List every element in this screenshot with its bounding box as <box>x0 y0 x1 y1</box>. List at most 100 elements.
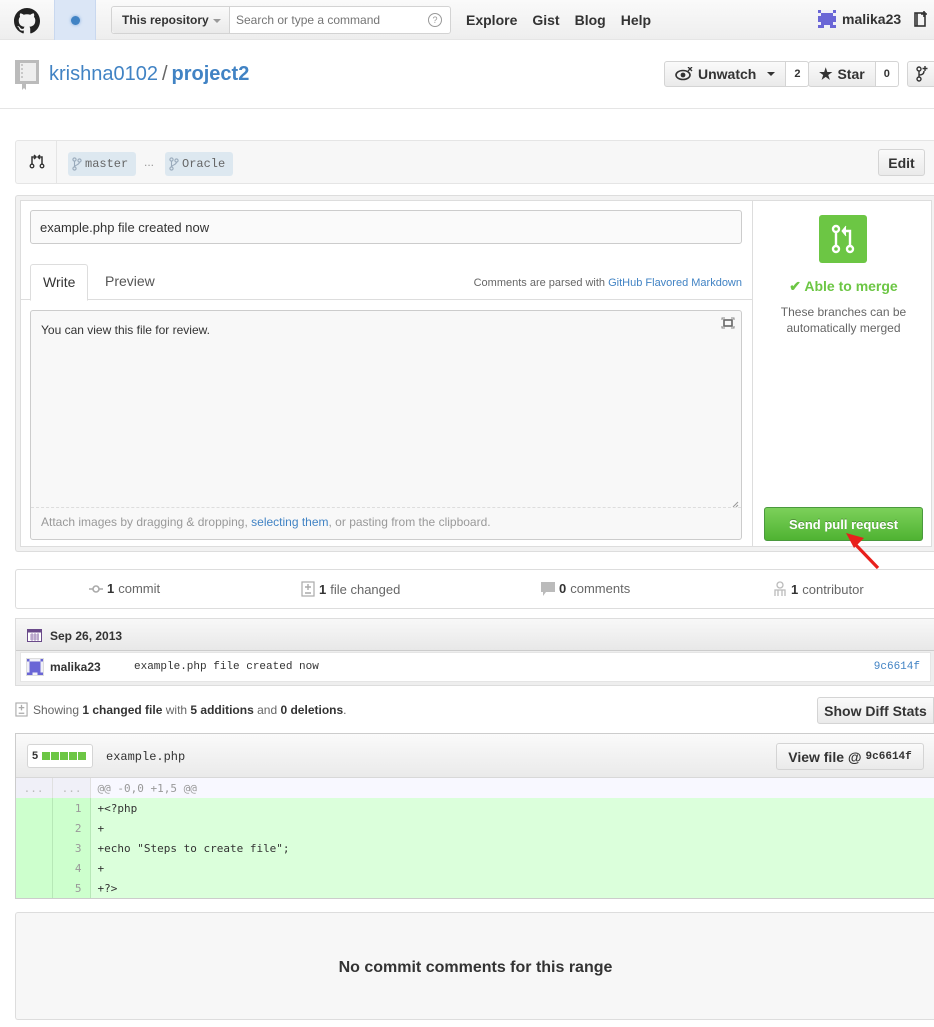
send-pull-request-button[interactable]: Send pull request <box>764 507 923 541</box>
diffstat-block <box>78 752 87 760</box>
pr-title-input[interactable] <box>30 210 742 244</box>
star-label: Star <box>837 66 865 82</box>
show-diff-stats-button[interactable]: Show Diff Stats <box>817 697 934 724</box>
head-branch-name: Oracle <box>182 157 226 171</box>
eye-icon <box>675 67 693 81</box>
view-file-label: View file @ <box>788 748 862 765</box>
head-branch-selector[interactable]: Oracle <box>165 152 234 176</box>
pull-request-icon <box>831 224 855 254</box>
unwatch-button[interactable]: Unwatch <box>664 61 787 87</box>
old-line-number <box>16 798 53 818</box>
summary-mid2: and <box>253 702 281 717</box>
merge-status-text: ✔ Able to merge <box>789 278 898 294</box>
range-dots: ... <box>144 155 155 169</box>
new-line-number[interactable]: 4 <box>52 858 91 878</box>
pr-body-textarea[interactable]: You can view this file for review. Attac… <box>30 310 742 540</box>
commit-row: malika23 example.php file created now 9c… <box>20 652 931 682</box>
new-line-number[interactable]: 2 <box>52 818 91 838</box>
tab-preview[interactable]: Preview <box>93 264 167 300</box>
diff-line: 1 +<?php <box>16 798 934 818</box>
stat-comments[interactable]: 0 comments <box>541 581 630 596</box>
calendar-icon <box>27 629 42 642</box>
commit-author-avatar[interactable] <box>26 658 44 676</box>
markdown-help-link[interactable]: GitHub Flavored Markdown <box>608 277 742 289</box>
commit-icon <box>89 584 103 593</box>
diff-line: 5 +?> <box>16 878 934 898</box>
merge-description: These branches can be automatically merg… <box>780 305 907 335</box>
commit-count: 1 <box>107 581 115 596</box>
summary-additions: 5 additions <box>190 702 254 717</box>
diff-line: 4 + <box>16 858 934 878</box>
attach-prefix: Attach images by dragging & dropping, <box>41 515 252 529</box>
comments-count: 0 <box>559 581 567 596</box>
view-file-button[interactable]: View file @9c6614f <box>776 743 924 770</box>
repo-title: krishna0102/project2 <box>49 63 249 86</box>
summary-mid1: with <box>162 702 191 717</box>
old-line-number <box>16 858 53 878</box>
edit-range-button[interactable]: Edit <box>878 149 925 176</box>
watch-group: Unwatch 2 <box>664 61 810 87</box>
commit-author[interactable]: malika23 <box>50 660 101 674</box>
search-scope-dropdown[interactable]: This repository <box>112 7 230 33</box>
nav-gist[interactable]: Gist <box>532 12 559 28</box>
repo-owner-link[interactable]: krishna0102 <box>49 63 158 85</box>
stat-contributors[interactable]: 1 contributor <box>773 581 864 597</box>
stargazers-count[interactable]: 0 <box>875 61 899 87</box>
notification-dot-icon <box>71 16 80 25</box>
fullscreen-icon[interactable] <box>721 317 735 329</box>
diffstat-block <box>60 752 69 760</box>
new-line-number[interactable]: 3 <box>52 838 91 858</box>
nav-help[interactable]: Help <box>621 12 651 28</box>
create-new-repo-icon[interactable] <box>914 11 928 29</box>
username: malika23 <box>842 11 902 27</box>
diffstat-block <box>42 752 51 760</box>
attach-suffix: , or pasting from the clipboard. <box>328 515 491 529</box>
old-line-number <box>16 818 53 838</box>
user-avatar <box>818 10 836 28</box>
search-input[interactable] <box>230 7 428 33</box>
base-branch-selector[interactable]: master <box>68 152 137 176</box>
compare-range-bar: master ... Oracle Edit <box>15 140 934 184</box>
search-help-icon[interactable]: ? <box>428 13 442 27</box>
search-box: This repository ? <box>111 6 451 34</box>
repo-name-link[interactable]: project2 <box>172 63 250 85</box>
pull-request-form-inner: Write Preview Comments are parsed with G… <box>20 200 932 547</box>
star-button[interactable]: ★ Star <box>808 61 876 87</box>
new-line-number[interactable]: 5 <box>52 878 91 898</box>
commit-message[interactable]: example.php file created now <box>134 661 319 673</box>
tab-write[interactable]: Write <box>30 264 89 301</box>
watchers-count[interactable]: 2 <box>786 61 810 87</box>
github-logo-icon[interactable] <box>14 8 40 34</box>
attach-images-hint: Attach images by dragging & dropping, se… <box>31 507 741 539</box>
stat-files-changed[interactable]: 1 file changed <box>301 581 400 597</box>
markdown-note-text: Comments are parsed with <box>473 277 609 289</box>
fork-button[interactable] <box>907 61 934 87</box>
repo-separator: / <box>161 63 168 85</box>
repo-icon <box>15 60 39 90</box>
commit-date: Sep 26, 2013 <box>50 629 123 643</box>
new-line-number: ... <box>52 778 91 798</box>
commit-label: commit <box>118 581 161 596</box>
no-comments-message: No commit comments for this range <box>338 959 613 976</box>
diff-summary-text: Showing 1 changed file with 5 additions … <box>33 703 347 717</box>
diff-code: + <box>90 818 934 838</box>
summary-files: 1 changed file <box>82 702 163 717</box>
top-header: This repository ? Explore Gist Blog Help… <box>0 0 934 40</box>
notifications-button[interactable] <box>54 0 96 40</box>
compare-arrows-icon <box>29 154 45 169</box>
new-line-number[interactable]: 1 <box>52 798 91 818</box>
nav-blog[interactable]: Blog <box>575 12 606 28</box>
contributor-label: contributor <box>802 581 864 597</box>
commit-sha[interactable]: 9c6614f <box>874 661 920 673</box>
nav-explore[interactable]: Explore <box>466 12 517 28</box>
top-nav: Explore Gist Blog Help <box>466 12 651 28</box>
file-diff-icon <box>15 702 28 717</box>
stat-commits[interactable]: 1 commit <box>89 581 160 596</box>
search-scope-label: This repository <box>122 13 209 27</box>
user-menu[interactable]: malika23 <box>818 10 901 28</box>
file-diff: 5 example.php View file @9c6614f ... ...… <box>15 733 934 899</box>
select-files-link[interactable]: selecting them <box>251 515 328 529</box>
branch-icon <box>72 157 82 171</box>
diffstat-block <box>51 752 60 760</box>
compare-stats-bar: 1 commit 1 file changed 0 comments 1 contrib… <box>15 569 934 609</box>
